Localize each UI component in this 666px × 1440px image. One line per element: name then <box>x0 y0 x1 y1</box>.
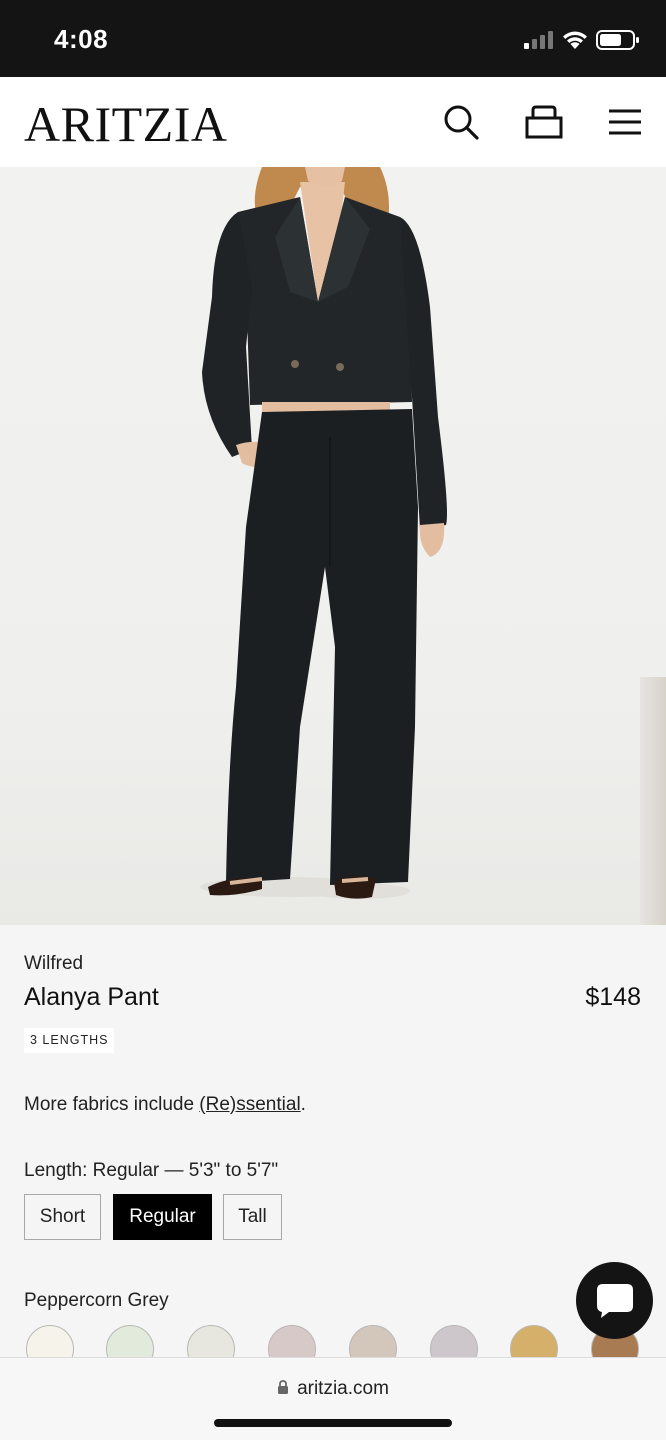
shopping-bag-button[interactable] <box>524 101 564 143</box>
home-indicator[interactable] <box>214 1419 452 1427</box>
menu-button[interactable] <box>605 101 645 143</box>
bag-icon <box>525 105 563 139</box>
browser-url-bar[interactable]: aritzia.com <box>0 1357 666 1440</box>
length-tall-button[interactable]: Tall <box>223 1194 282 1240</box>
battery-icon <box>596 30 639 50</box>
wifi-icon <box>563 31 587 49</box>
length-short-button[interactable]: Short <box>24 1194 101 1240</box>
url-display[interactable]: aritzia.com <box>0 1378 666 1400</box>
chat-bubble-icon <box>596 1283 633 1318</box>
ressential-link[interactable]: (Re)ssential <box>199 1094 300 1115</box>
search-icon <box>444 105 479 140</box>
model-photo <box>200 167 447 899</box>
fabrics-note: More fabrics include (Re)ssential. <box>24 1094 306 1116</box>
length-label: Length: Regular — 5'3" to 5'7" <box>24 1160 279 1181</box>
fabrics-text: More fabrics include <box>24 1094 200 1115</box>
status-bar: 4:08 <box>0 0 666 77</box>
fabrics-period: . <box>300 1094 306 1115</box>
lengths-badge: 3 LENGTHS <box>24 1028 115 1053</box>
site-header: ARITZIA <box>0 77 666 167</box>
menu-icon <box>609 109 641 135</box>
product-image[interactable] <box>0 167 666 925</box>
product-price: $148 <box>585 983 641 1011</box>
next-image-peek[interactable] <box>640 677 666 925</box>
lock-icon <box>278 1380 289 1394</box>
product-brand: Wilfred <box>24 953 84 974</box>
product-name: Alanya Pant <box>24 983 159 1011</box>
cellular-signal-icon <box>524 31 553 49</box>
length-regular-button[interactable]: Regular <box>113 1194 212 1240</box>
chat-button[interactable] <box>576 1262 653 1339</box>
selected-color-label: Peppercorn Grey <box>24 1290 169 1311</box>
aritzia-logo[interactable]: ARITZIA <box>24 95 227 153</box>
status-time: 4:08 <box>54 24 109 54</box>
url-text: aritzia.com <box>297 1378 389 1399</box>
search-button[interactable] <box>441 101 481 143</box>
